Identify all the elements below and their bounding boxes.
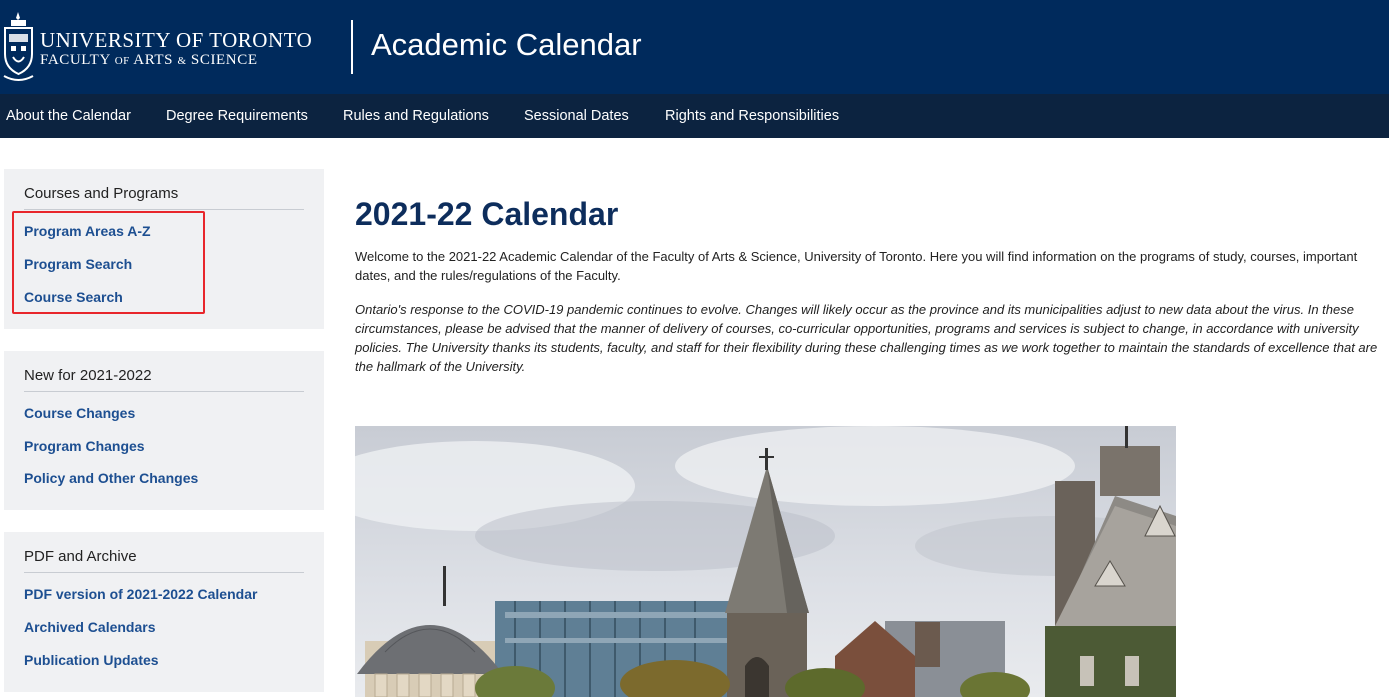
sidebar-section-title: Courses and Programs xyxy=(24,185,304,210)
header-divider xyxy=(351,20,353,74)
covid-notice: Ontario's response to the COVID-19 pande… xyxy=(355,302,1378,374)
campus-photo xyxy=(355,426,1176,697)
nav-item-about-calendar[interactable]: About the Calendar xyxy=(6,94,131,138)
faculty-of: OF xyxy=(114,55,130,67)
faculty-prefix: FACULTY xyxy=(40,52,111,68)
sidebar-section-title: New for 2021-2022 xyxy=(24,367,304,392)
sidebar-link-archived-calendars[interactable]: Archived Calendars xyxy=(24,620,156,634)
faculty-science: SCIENCE xyxy=(190,52,258,68)
main-nav: About the Calendar Degree Requirements R… xyxy=(0,94,1389,138)
sidebar-new-for-year: New for 2021-2022 Course Changes Program… xyxy=(4,351,324,510)
university-crest-icon[interactable] xyxy=(3,12,34,84)
sidebar-link-course-changes[interactable]: Course Changes xyxy=(24,406,135,420)
faculty-ampersand: & xyxy=(177,55,187,67)
nav-item-rights-responsibilities[interactable]: Rights and Responsibilities xyxy=(665,94,839,138)
sidebar-section-title: PDF and Archive xyxy=(24,548,304,573)
sidebar-link-policy-changes[interactable]: Policy and Other Changes xyxy=(24,471,198,485)
nav-item-sessional-dates[interactable]: Sessional Dates xyxy=(524,94,629,138)
nav-item-degree-requirements[interactable]: Degree Requirements xyxy=(166,94,308,138)
page-title: 2021-22 Calendar xyxy=(355,196,619,232)
sidebar-link-publication-updates[interactable]: Publication Updates xyxy=(24,653,159,667)
site-header: UNIVERSITY OF TORONTO FACULTY OF ARTS & … xyxy=(0,0,1389,94)
sidebar-pdf-archive: PDF and Archive PDF version of 2021-2022… xyxy=(4,532,324,692)
faculty-wordmark: FACULTY OF ARTS & SCIENCE xyxy=(40,53,258,68)
nav-item-rules-regulations[interactable]: Rules and Regulations xyxy=(343,94,489,138)
sidebar-link-pdf-version[interactable]: PDF version of 2021-2022 Calendar xyxy=(24,587,257,601)
highlight-box xyxy=(12,211,205,314)
intro-paragraph: Welcome to the 2021-22 Academic Calendar… xyxy=(355,249,1358,283)
sidebar-link-program-changes[interactable]: Program Changes xyxy=(24,439,145,453)
site-title[interactable]: Academic Calendar xyxy=(371,27,642,62)
faculty-arts: ARTS xyxy=(133,52,174,68)
campus-buildings-illustration xyxy=(355,426,1176,697)
university-wordmark[interactable]: UNIVERSITY OF TORONTO xyxy=(40,30,312,51)
